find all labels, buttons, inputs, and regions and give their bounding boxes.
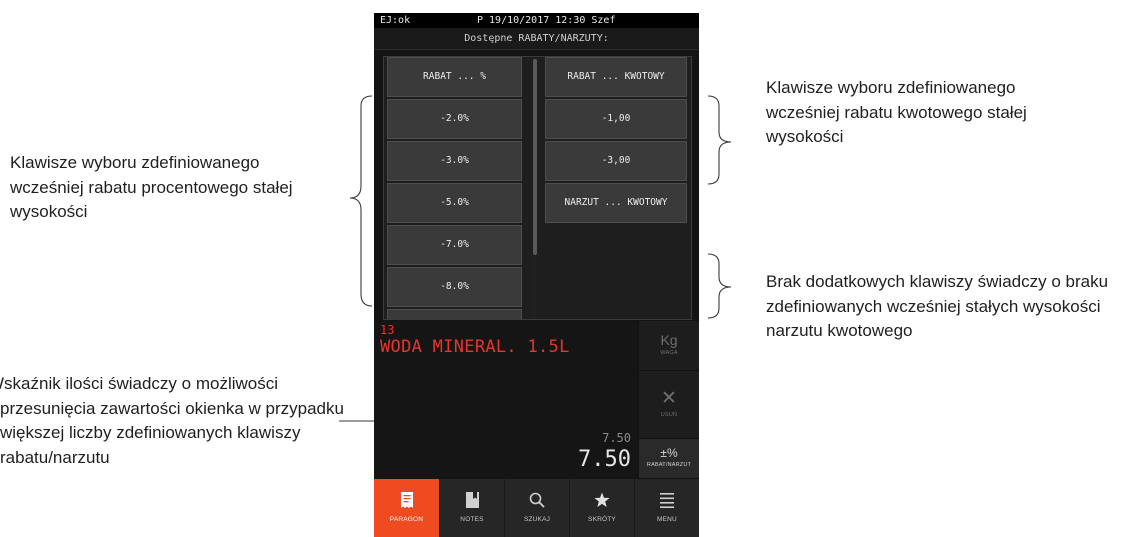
search-icon [505, 492, 569, 508]
tab-paragon-label: PARAGON [389, 516, 424, 523]
tab-notes[interactable]: NOTES [439, 479, 504, 537]
close-icon: ✕ [661, 388, 677, 409]
key-partial-hidden[interactable] [387, 309, 522, 319]
key-rabat-percent[interactable]: RABAT ... % [387, 57, 522, 97]
receipt-area: 13 WODA MINERAL. 1.5L 7.50 7.50 [374, 321, 638, 479]
key-percent-2[interactable]: -2.0% [387, 99, 522, 139]
tab-skroty-label: SKRÓTY [588, 516, 616, 523]
menu-icon [635, 492, 699, 508]
total-amount: 7.50 [578, 447, 631, 472]
discount-surcharge-button[interactable]: ±% RABAT/NARZUT [639, 439, 699, 479]
bookmark-icon [440, 492, 504, 508]
unit-price: 7.50 [602, 431, 631, 445]
bottom-tab-bar: PARAGON NOTES SZUKAJ SKRÓTY MENU [374, 479, 699, 537]
key-percent-8[interactable]: -8.0% [387, 267, 522, 307]
key-amount-3[interactable]: -3,00 [545, 141, 687, 181]
right-bracket-bottom [707, 253, 732, 319]
key-rabat-kwotowy[interactable]: RABAT ... KWOTOWY [545, 57, 687, 97]
scale-label: WAGA [660, 350, 678, 356]
tab-szukaj[interactable]: SZUKAJ [504, 479, 569, 537]
tab-skroty[interactable]: SKRÓTY [569, 479, 634, 537]
delete-button[interactable]: ✕ USUŃ [639, 371, 699, 439]
status-bar: EJ:ok P 19/10/2017 12:30 Szef [374, 13, 699, 28]
dialog-title: Dostępne RABATY/NARZUTY: [374, 28, 699, 50]
tab-szukaj-label: SZUKAJ [523, 516, 551, 523]
tab-menu[interactable]: MENU [634, 479, 699, 537]
star-icon [570, 492, 634, 508]
key-amount-1[interactable]: -1,00 [545, 99, 687, 139]
left-bracket [349, 95, 373, 307]
delete-label: USUŃ [660, 412, 678, 418]
kg-icon: Kg [660, 332, 678, 348]
key-narzut-kwotowy[interactable]: NARZUT ... KWOTOWY [545, 183, 687, 223]
ej-status: EJ:ok [380, 15, 411, 26]
plus-minus-percent-icon: ±% [660, 446, 678, 460]
pos-screen: EJ:ok P 19/10/2017 12:30 Szef Dostępne R… [374, 13, 699, 537]
discount-surcharge-label: RABAT/NARZUT [646, 462, 692, 468]
key-percent-3[interactable]: -3.0% [387, 141, 522, 181]
receipt-icon [374, 492, 439, 508]
tab-menu-label: MENU [657, 516, 677, 523]
key-percent-5[interactable]: -5.0% [387, 183, 522, 223]
tab-paragon[interactable]: PARAGON [374, 479, 439, 537]
item-code: 13 [380, 323, 395, 337]
date-user-status: P 19/10/2017 12:30 Szef [477, 15, 616, 26]
scale-button[interactable]: Kg WAGA [639, 321, 699, 371]
item-name: WODA MINERAL. 1.5L [380, 337, 570, 357]
right-bracket-top [707, 95, 732, 185]
key-percent-7[interactable]: -7.0% [387, 225, 522, 265]
tab-notes-label: NOTES [460, 516, 484, 523]
scroll-indicator[interactable] [533, 59, 537, 255]
discount-keys-panel: RABAT ... % -2.0% -3.0% -5.0% -7.0% -8.0… [383, 56, 692, 320]
